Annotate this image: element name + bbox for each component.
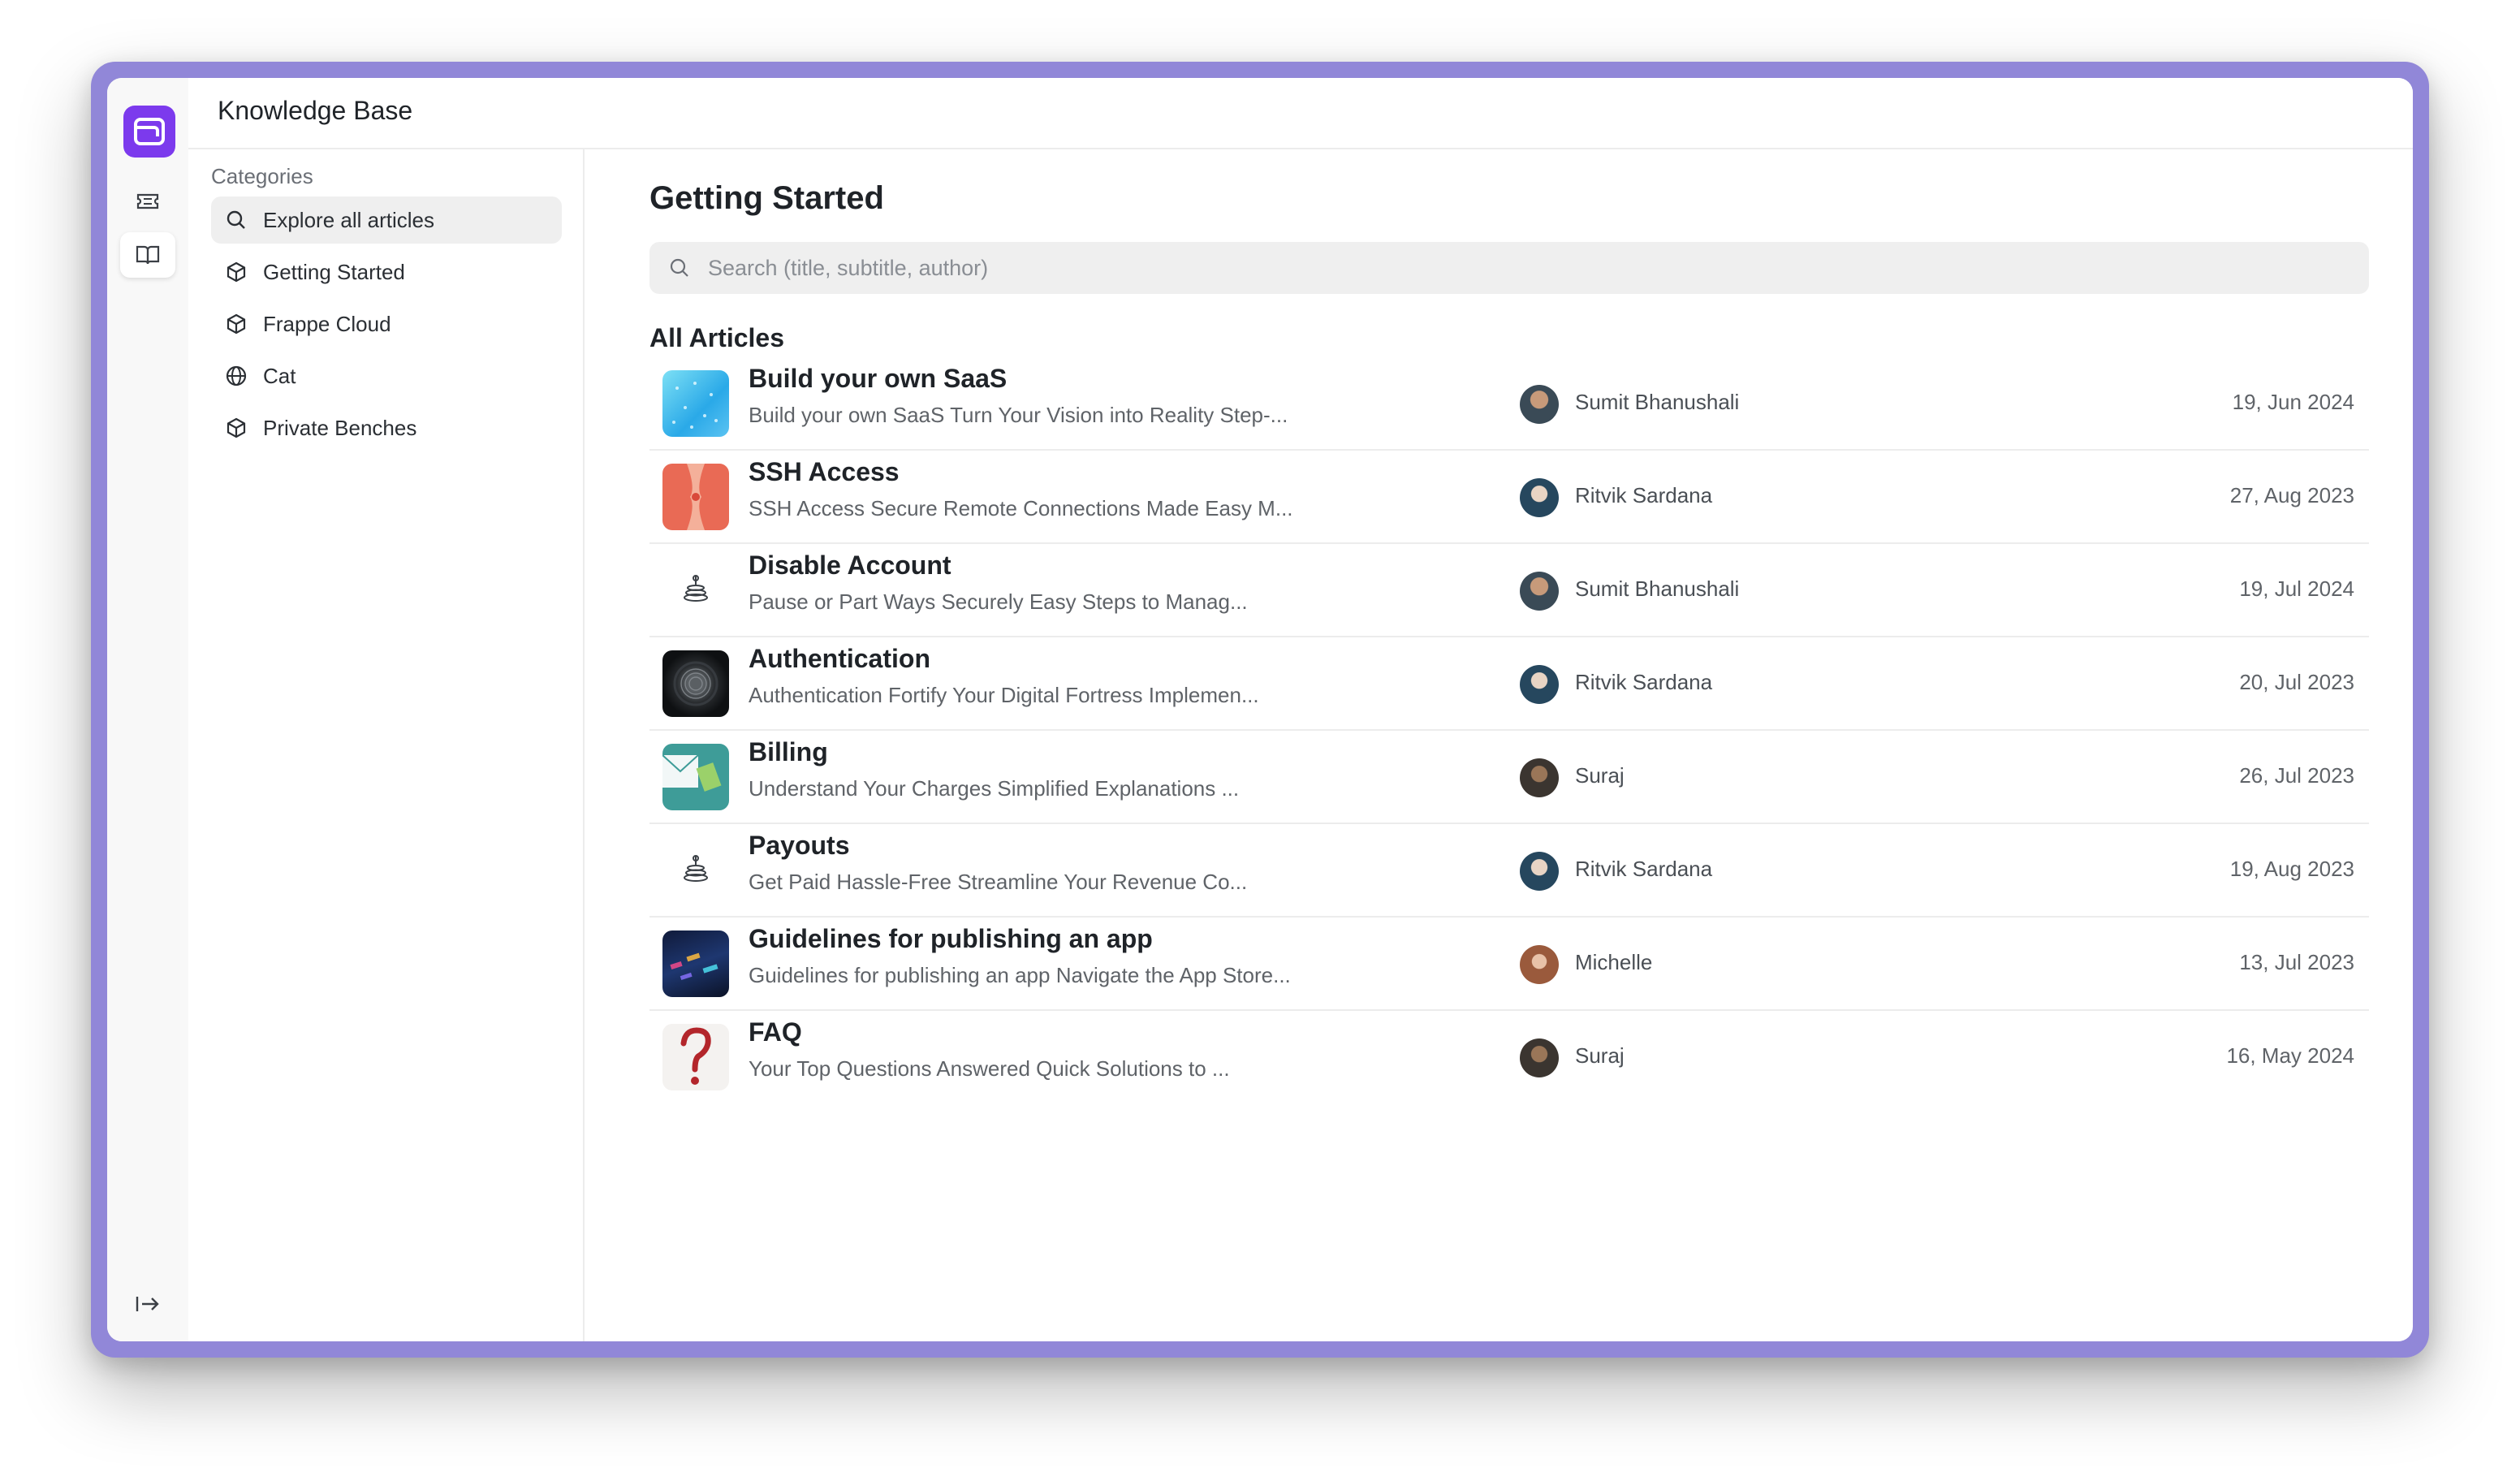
author-avatar [1520,478,1559,517]
collapse-sidebar-button[interactable] [132,1288,164,1320]
search-icon [667,256,692,280]
article-subtitle: Guidelines for publishing an app Navigat… [749,963,1291,987]
section-title: All Articles [649,323,784,352]
article-subtitle: Build your own SaaS Turn Your Vision int… [749,403,1288,427]
category-explore-all[interactable]: Explore all articles [211,196,562,244]
main-content: Getting Started All Articles Build your … [585,149,2413,1341]
article-author: Suraj [1575,763,1625,788]
search-icon [224,208,248,232]
article-row[interactable]: Payouts Get Paid Hassle-Free Streamline … [649,824,2369,918]
article-author: Ritvik Sardana [1575,857,1713,881]
category-frappe-cloud[interactable]: Frappe Cloud [211,300,562,348]
article-subtitle: Understand Your Charges Simplified Expla… [749,776,1240,801]
search-input[interactable] [706,254,2369,282]
author-avatar [1520,665,1559,704]
category-private-benches[interactable]: Private Benches [211,404,562,451]
book-icon [136,245,160,265]
article-title: Authentication [749,644,930,673]
category-label: Getting Started [263,259,405,284]
article-thumbnail [662,930,729,997]
article-title: Build your own SaaS [749,364,1008,393]
article-date: 19, Aug 2023 [2229,857,2354,881]
article-subtitle: Get Paid Hassle-Free Streamline Your Rev… [749,870,1248,894]
globe-icon [224,364,248,388]
article-subtitle: Pause or Part Ways Securely Easy Steps t… [749,589,1248,614]
cube-icon [224,416,248,440]
article-row[interactable]: Guidelines for publishing an app Guideli… [649,918,2369,1011]
category-getting-started[interactable]: Getting Started [211,248,562,296]
window-frame: Knowledge Base Categories Explore all ar… [91,62,2429,1358]
top-bar: Knowledge Base [188,78,2413,149]
article-row[interactable]: Disable Account Pause or Part Ways Secur… [649,544,2369,637]
article-thumbnail [662,464,729,530]
article-author: Suraj [1575,1043,1625,1068]
article-thumbnail [662,744,729,810]
categories-sidebar: Categories Explore all articles Getting … [188,149,585,1341]
author-avatar [1520,1038,1559,1077]
category-label: Frappe Cloud [263,311,391,336]
article-title: FAQ [749,1017,802,1047]
article-list: Build your own SaaS Build your own SaaS … [649,357,2369,1103]
article-subtitle: SSH Access Secure Remote Connections Mad… [749,496,1293,520]
category-label: Private Benches [263,415,417,440]
article-thumbnail [662,1024,729,1090]
category-label: Explore all articles [263,207,434,232]
search-bar[interactable] [649,242,2369,294]
article-date: 27, Aug 2023 [2229,483,2354,507]
article-author: Ritvik Sardana [1575,670,1713,694]
article-subtitle: Your Top Questions Answered Quick Soluti… [749,1056,1230,1081]
article-title: Payouts [749,831,850,860]
ticket-icon [136,193,159,209]
article-author: Sumit Bhanushali [1575,390,1740,414]
article-author: Sumit Bhanushali [1575,576,1740,601]
article-title: Disable Account [749,551,951,580]
article-date: 16, May 2024 [2226,1043,2354,1068]
article-subtitle: Authentication Fortify Your Digital Fort… [749,683,1259,707]
cube-icon [224,312,248,336]
article-row[interactable]: Authentication Authentication Fortify Yo… [649,637,2369,731]
author-avatar [1520,572,1559,611]
article-thumbnail [662,837,729,904]
article-title: Billing [749,737,828,766]
author-avatar [1520,758,1559,797]
article-row[interactable]: Build your own SaaS Build your own SaaS … [649,357,2369,451]
rail-knowledge-base-button[interactable] [120,232,175,278]
app-window: Knowledge Base Categories Explore all ar… [107,78,2413,1341]
article-date: 19, Jul 2024 [2239,576,2354,601]
logo-icon [134,118,165,145]
article-thumbnail [662,650,729,717]
article-title: Guidelines for publishing an app [749,924,1153,953]
article-row[interactable]: Billing Understand Your Charges Simplifi… [649,731,2369,824]
app-logo[interactable] [123,106,175,158]
categories-heading: Categories [211,164,313,188]
author-avatar [1520,385,1559,424]
cube-icon [224,260,248,284]
article-row[interactable]: SSH Access SSH Access Secure Remote Conn… [649,451,2369,544]
author-avatar [1520,852,1559,891]
category-cat[interactable]: Cat [211,352,562,399]
article-date: 20, Jul 2023 [2239,670,2354,694]
article-title: SSH Access [749,457,900,486]
exit-icon [136,1297,159,1311]
article-author: Ritvik Sardana [1575,483,1713,507]
page-title: Getting Started [649,180,884,216]
article-date: 26, Jul 2023 [2239,763,2354,788]
category-label: Cat [263,363,296,388]
icon-rail [107,78,190,1341]
article-row[interactable]: FAQ Your Top Questions Answered Quick So… [649,1011,2369,1103]
article-author: Michelle [1575,950,1653,974]
article-thumbnail [662,557,729,624]
author-avatar [1520,945,1559,984]
rail-tickets-button[interactable] [120,179,175,224]
app-title: Knowledge Base [218,96,413,125]
article-thumbnail [662,370,729,437]
article-date: 13, Jul 2023 [2239,950,2354,974]
article-date: 19, Jun 2024 [2232,390,2354,414]
